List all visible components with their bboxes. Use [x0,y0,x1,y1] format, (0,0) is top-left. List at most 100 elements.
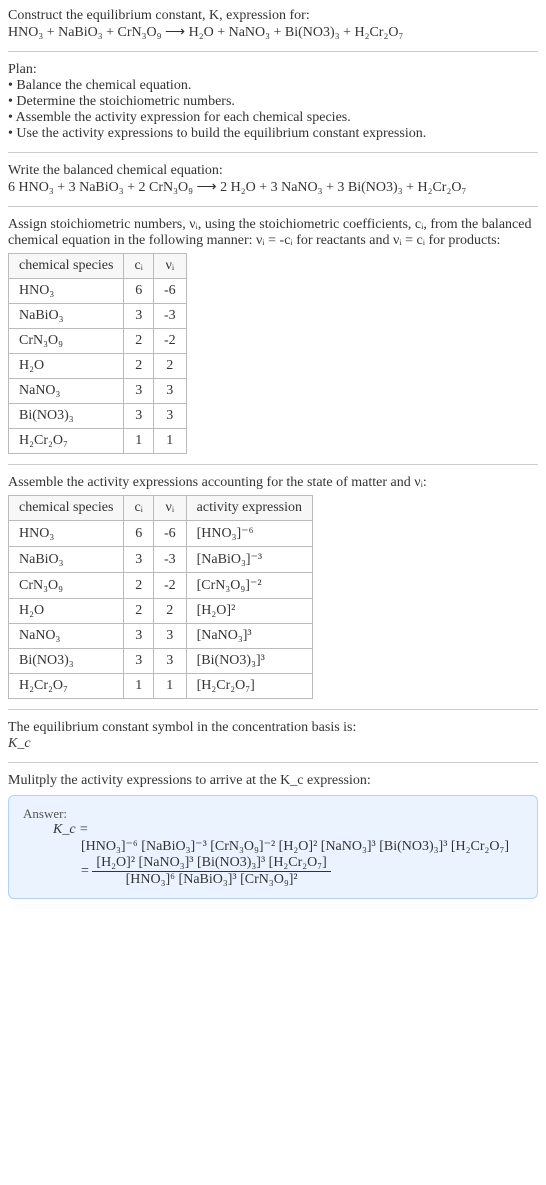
balanced-equation: 6 HNO₃ + 3 NaBiO₃ + 2 CrN₃O₉ ⟶ 2 H₂O + 3… [8,179,538,196]
answer-box: Answer: K_c = [HNO₃]⁻⁶ [NaBiO₃]⁻³ [CrN₃O… [8,795,538,899]
symbol-section: The equilibrium constant symbol in the c… [8,720,538,752]
answer-expr1: [HNO₃]⁻⁶ [NaBiO₃]⁻³ [CrN₃O₉]⁻² [H₂O]² [N… [81,838,523,855]
plan-item: • Determine the stoichiometric numbers. [8,94,538,110]
multiply-text: Mulitply the activity expressions to arr… [8,773,538,789]
plan-title: Plan: [8,62,538,78]
cell: Bi(NO3)₃ [9,649,124,674]
table-row: CrN₃O₉2-2 [9,329,187,354]
divider [8,709,538,710]
plan-section: Plan: • Balance the chemical equation. •… [8,62,538,142]
table-row: NaNO₃33 [9,379,187,404]
table-row: H₂Cr₂O₇11[H₂Cr₂O₇] [9,674,313,699]
cell: -3 [153,304,186,329]
cell: NaNO₃ [9,379,124,404]
cell: NaBiO₃ [9,304,124,329]
cell: [NaNO₃]³ [186,624,312,649]
cell: -3 [153,547,186,573]
cell: 6 [124,521,154,547]
table-row: CrN₃O₉2-2[CrN₃O₉]⁻² [9,573,313,599]
numerator: [H₂O]² [NaNO₃]³ [Bi(NO3)₃]³ [H₂Cr₂O₇] [92,855,330,872]
denominator: [HNO₃]⁶ [NaBiO₃]³ [CrN₃O₉]² [92,872,330,888]
cell: 1 [153,429,186,454]
table-header: νᵢ [153,254,186,279]
table-header: chemical species [9,496,124,521]
table-header: cᵢ [124,496,154,521]
cell: 2 [124,573,154,599]
stoich-table: chemical species cᵢ νᵢ HNO₃6-6 NaBiO₃3-3… [8,253,187,454]
cell: 2 [124,329,154,354]
assemble-section: Assemble the activity expressions accoun… [8,475,538,699]
cell: HNO₃ [9,279,124,304]
cell: 3 [153,624,186,649]
cell: Bi(NO3)₃ [9,404,124,429]
cell: 2 [153,599,186,624]
cell: 2 [153,354,186,379]
intro-line1: Construct the equilibrium constant, K, e… [8,8,538,24]
plan-item: • Balance the chemical equation. [8,78,538,94]
cell: 1 [124,429,154,454]
cell: H₂Cr₂O₇ [9,429,124,454]
cell: 6 [124,279,154,304]
cell: 3 [153,379,186,404]
cell: 3 [124,624,154,649]
table-row: NaNO₃33[NaNO₃]³ [9,624,313,649]
cell: -6 [153,279,186,304]
cell: [H₂Cr₂O₇] [186,674,312,699]
intro-equation: HNO₃ + NaBiO₃ + CrN₃O₉ ⟶ H₂O + NaNO₃ + B… [8,24,538,41]
table-header: νᵢ [153,496,186,521]
divider [8,464,538,465]
cell: -2 [153,573,186,599]
balanced-section: Write the balanced chemical equation: 6 … [8,163,538,196]
table-header-row: chemical species cᵢ νᵢ activity expressi… [9,496,313,521]
symbol-kc: K_c [8,736,538,752]
table-header: activity expression [186,496,312,521]
table-header-row: chemical species cᵢ νᵢ [9,254,187,279]
table-row: HNO₃6-6[HNO₃]⁻⁶ [9,521,313,547]
cell: 3 [124,304,154,329]
symbol-line1: The equilibrium constant symbol in the c… [8,720,538,736]
cell: [HNO₃]⁻⁶ [186,521,312,547]
cell: 3 [124,404,154,429]
table-row: NaBiO₃3-3 [9,304,187,329]
balanced-title: Write the balanced chemical equation: [8,163,538,179]
cell: 1 [153,674,186,699]
divider [8,152,538,153]
cell: 3 [153,649,186,674]
cell: NaBiO₃ [9,547,124,573]
answer-fraction-row: = [H₂O]² [NaNO₃]³ [Bi(NO3)₃]³ [H₂Cr₂O₇] … [81,855,523,888]
cell: H₂Cr₂O₇ [9,674,124,699]
table-header: cᵢ [124,254,154,279]
cell: -2 [153,329,186,354]
table-row: H₂Cr₂O₇11 [9,429,187,454]
table-row: HNO₃6-6 [9,279,187,304]
cell: CrN₃O₉ [9,329,124,354]
cell: CrN₃O₉ [9,573,124,599]
assemble-text: Assemble the activity expressions accoun… [8,475,538,491]
cell: 2 [124,599,154,624]
fraction: [H₂O]² [NaNO₃]³ [Bi(NO3)₃]³ [H₂Cr₂O₇] [H… [92,855,330,888]
assign-text: Assign stoichiometric numbers, νᵢ, using… [8,217,538,249]
cell: HNO₃ [9,521,124,547]
table-row: H₂O22 [9,354,187,379]
divider [8,51,538,52]
cell: 3 [153,404,186,429]
cell: 2 [124,354,154,379]
table-row: H₂O22[H₂O]² [9,599,313,624]
cell: -6 [153,521,186,547]
intro-section: Construct the equilibrium constant, K, e… [8,8,538,41]
divider [8,762,538,763]
answer-kc: K_c = [53,822,523,838]
cell: [NaBiO₃]⁻³ [186,547,312,573]
cell: 3 [124,547,154,573]
table-row: Bi(NO3)₃33[Bi(NO3)₃]³ [9,649,313,674]
activity-table: chemical species cᵢ νᵢ activity expressi… [8,495,313,699]
cell: 3 [124,379,154,404]
cell: [Bi(NO3)₃]³ [186,649,312,674]
table-row: NaBiO₃3-3[NaBiO₃]⁻³ [9,547,313,573]
equals-sign: = [81,864,89,879]
table-header: chemical species [9,254,124,279]
assign-section: Assign stoichiometric numbers, νᵢ, using… [8,217,538,454]
multiply-section: Mulitply the activity expressions to arr… [8,773,538,789]
divider [8,206,538,207]
answer-label: Answer: [23,806,523,822]
